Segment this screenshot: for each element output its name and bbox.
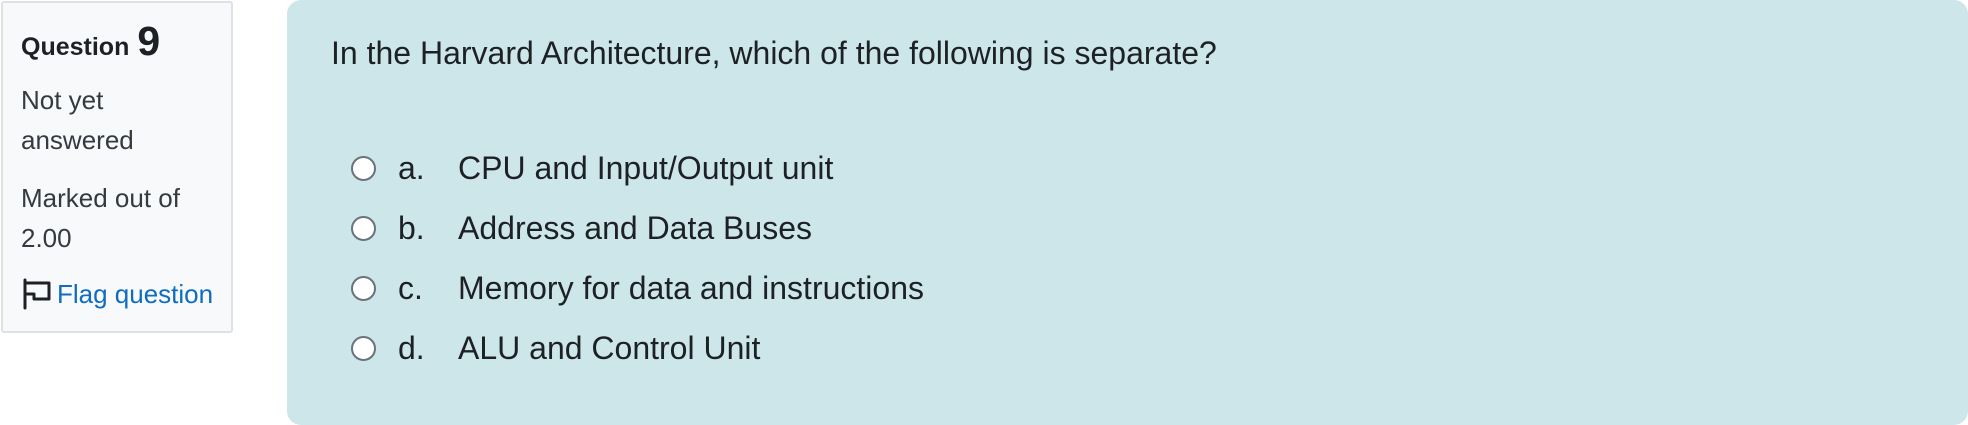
question-text: In the Harvard Architecture, which of th… — [331, 35, 1217, 71]
question-content-panel: In the Harvard Architecture, which of th… — [287, 0, 1968, 425]
answer-text: Address and Data Buses — [458, 209, 812, 246]
question-info-panel: Question 9 Not yet answered Marked out o… — [1, 1, 233, 333]
answer-option-d[interactable]: d. ALU and Control Unit — [331, 318, 1968, 378]
radio-button-a[interactable] — [351, 155, 376, 181]
question-state: Not yet answered — [21, 85, 134, 155]
radio-button-d[interactable] — [351, 335, 376, 361]
answer-letter: a. — [398, 149, 425, 186]
answer-letter: d. — [398, 329, 425, 366]
radio-button-c[interactable] — [351, 275, 376, 301]
answer-text: ALU and Control Unit — [458, 329, 761, 366]
flag-question-label: Flag question — [57, 278, 214, 309]
answer-option-a[interactable]: a. CPU and Input/Output unit — [331, 138, 1968, 198]
answer-letter: b. — [398, 209, 425, 246]
radio-button-b[interactable] — [351, 215, 376, 241]
question-number-heading: Question 9 — [21, 21, 215, 62]
answer-option-c[interactable]: c. Memory for data and instructions — [331, 258, 1968, 318]
answer-option-b[interactable]: b. Address and Data Buses — [331, 198, 1968, 258]
flag-question-link[interactable]: Flag question — [21, 278, 215, 310]
answer-list: a. CPU and Input/Output unit b. Address … — [331, 138, 1968, 378]
answer-letter: c. — [398, 269, 423, 306]
question-label: Question — [21, 33, 130, 61]
flag-icon — [21, 278, 53, 310]
answer-text: Memory for data and instructions — [458, 269, 924, 306]
question-grade: Marked out of 2.00 — [21, 183, 180, 253]
question-number: 9 — [137, 18, 161, 64]
answer-text: CPU and Input/Output unit — [458, 149, 834, 186]
